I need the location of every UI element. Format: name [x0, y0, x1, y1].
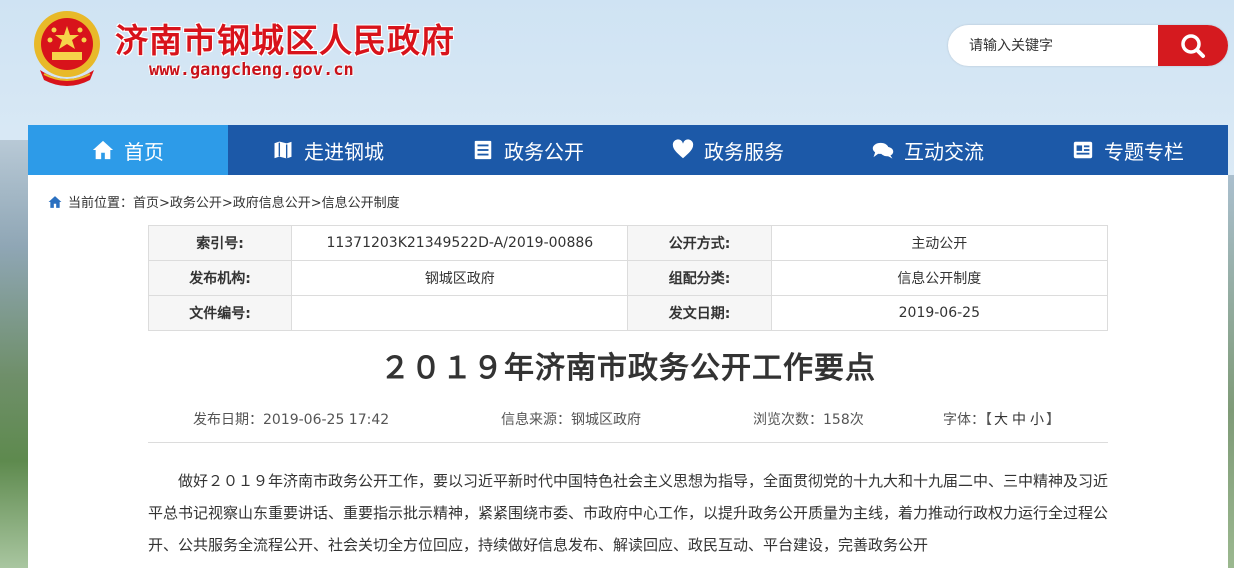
nav-item-interaction[interactable]: 互动交流 [828, 125, 1028, 175]
meta-value: 钢城区政府 [291, 260, 629, 296]
article-info-row: 发布日期：2019-06-25 17:42 信息来源：钢城区政府 浏览次数：15… [148, 407, 1108, 443]
site-url: www.gangcheng.gov.cn [149, 60, 354, 80]
table-row: 索引号: 11371203K21349522D-A/2019-00886 公开方… [147, 225, 1109, 261]
font-large-button[interactable]: 大 [994, 412, 1008, 428]
nav-item-special[interactable]: 专题专栏 [1028, 125, 1228, 175]
font-medium-button[interactable]: 中 [1012, 412, 1026, 428]
meta-value: 2019-06-25 [770, 295, 1109, 331]
list-icon [474, 140, 492, 160]
document-meta-table: 索引号: 11371203K21349522D-A/2019-00886 公开方… [147, 225, 1109, 331]
meta-value: 11371203K21349522D-A/2019-00886 [291, 225, 629, 261]
meta-label: 公开方式: [627, 225, 772, 261]
background-photo-left [0, 140, 28, 568]
heart-icon [672, 139, 694, 159]
meta-label: 发布机构: [147, 260, 293, 296]
publish-date: 发布日期：2019-06-25 17:42 [193, 412, 390, 428]
table-row: 文件编号: 发文日期: 2019-06-25 [147, 295, 1109, 331]
newspaper-icon [1073, 141, 1093, 159]
search-button[interactable] [1158, 25, 1228, 66]
home-icon [92, 140, 114, 160]
nav-item-label: 首页 [124, 139, 164, 164]
main-nav: 首页 走进钢城 政务公开 政务服务 互动交流 专题专栏 [28, 125, 1228, 175]
map-icon [273, 139, 293, 161]
nav-item-label: 政务公开 [504, 139, 584, 164]
nav-item-label: 政务服务 [704, 139, 784, 164]
chat-icon [872, 142, 894, 159]
nav-item-about[interactable]: 走进钢城 [228, 125, 428, 175]
article-title: ２０１９年济南市政务公开工作要点 [380, 351, 876, 386]
nav-item-label: 互动交流 [904, 139, 984, 164]
font-size-bracket: 】 [1046, 412, 1060, 428]
nav-item-label: 专题专栏 [1104, 139, 1184, 164]
national-emblem-icon [34, 11, 100, 86]
search-box [948, 25, 1228, 66]
site-header: 济南市钢城区人民政府 www.gangcheng.gov.cn [0, 0, 1234, 125]
meta-label: 索引号: [147, 225, 293, 261]
site-title: 济南市钢城区人民政府 [115, 21, 455, 60]
table-row: 发布机构: 钢城区政府 组配分类: 信息公开制度 [147, 260, 1109, 296]
nav-item-gov-service[interactable]: 政务服务 [628, 125, 828, 175]
font-size-control: 字体：【大中小】 [943, 409, 1060, 429]
search-input[interactable] [948, 25, 1158, 66]
meta-label: 组配分类: [627, 260, 772, 296]
nav-item-home[interactable]: 首页 [28, 125, 228, 175]
breadcrumb-text: 当前位置：首页>政务公开>政府信息公开>信息公开制度 [68, 196, 400, 211]
font-size-label: 字体： [943, 412, 985, 428]
nav-item-gov-open[interactable]: 政务公开 [428, 125, 628, 175]
meta-value: 信息公开制度 [770, 260, 1109, 296]
home-icon [48, 195, 62, 208]
meta-value [291, 295, 629, 331]
main-content: 当前位置：首页>政务公开>政府信息公开>信息公开制度 索引号: 11371203… [28, 175, 1228, 568]
info-source: 信息来源：钢城区政府 [501, 412, 641, 428]
meta-value: 主动公开 [770, 225, 1109, 261]
article-body: 做好２０１９年济南市政务公开工作，要以习近平新时代中国特色社会主义思想为指导，全… [148, 472, 1109, 554]
nav-item-label: 走进钢城 [304, 139, 384, 164]
meta-label: 发文日期: [627, 295, 772, 331]
view-count: 浏览次数：158次 [753, 412, 864, 428]
background-photo-right [1228, 175, 1234, 568]
search-icon [1181, 33, 1205, 58]
breadcrumb: 当前位置：首页>政务公开>政府信息公开>信息公开制度 [48, 192, 400, 211]
font-size-bracket: 【 [985, 412, 992, 428]
meta-label: 文件编号: [147, 295, 293, 331]
font-small-button[interactable]: 小 [1030, 412, 1044, 428]
